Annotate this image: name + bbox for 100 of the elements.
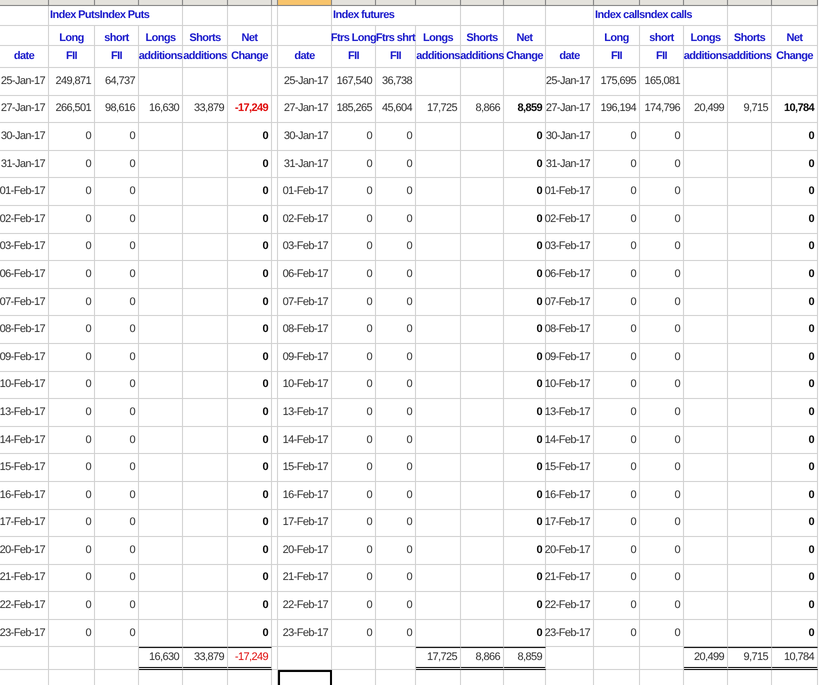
table-cell: 0 [640,510,684,538]
empty-cell [183,178,228,206]
column-header[interactable] [139,0,183,6]
column-header[interactable] [332,0,376,6]
column-header[interactable] [504,0,546,6]
empty-cell [728,288,772,316]
date-cell: 16-Feb-17 [278,482,332,510]
column-heading: short [640,26,684,46]
table-cell: 0 [640,344,684,372]
table-cell: 0 [772,123,818,151]
table-cell: 0 [95,510,139,538]
empty-cell [416,482,461,510]
column-header[interactable] [546,0,594,6]
table-cell: 0 [504,316,546,344]
column-header[interactable] [49,0,95,6]
table-cell: 0 [228,150,272,178]
column-heading: additions [139,46,183,68]
column-header[interactable] [728,0,772,6]
column-header[interactable] [640,0,684,6]
empty-cell [728,454,772,482]
empty-cell [278,26,332,46]
table-cell: 175,695 [594,68,640,96]
column-heading: additions [684,46,728,68]
table-cell: 0 [504,178,546,206]
table-cell: 0 [332,288,376,316]
date-cell: 17-Feb-17 [0,510,49,538]
column-header[interactable] [772,0,818,6]
active-cell[interactable] [278,670,332,685]
empty-cell [728,123,772,151]
column-header[interactable] [228,0,272,6]
table-cell: 0 [504,482,546,510]
date-cell: 23-Feb-17 [546,620,594,648]
column-header[interactable] [183,0,228,6]
empty-cell [183,261,228,289]
table-cell: 0 [49,399,95,427]
table-cell: 0 [228,399,272,427]
empty-cell [139,206,183,234]
empty-cell [278,647,332,670]
table-cell: 0 [332,537,376,565]
empty-cell [139,510,183,538]
empty-cell [728,150,772,178]
empty-cell [183,454,228,482]
date-cell: 03-Feb-17 [0,234,49,262]
table-cell: 0 [376,261,416,289]
column-header[interactable] [278,0,332,6]
table-cell: 0 [376,537,416,565]
date-cell: 22-Feb-17 [546,592,594,620]
empty-cell [546,26,594,46]
column-header[interactable] [376,0,416,6]
table-cell: 0 [594,399,640,427]
table-cell: 0 [332,206,376,234]
table-cell: 0 [332,482,376,510]
empty-cell [504,68,546,96]
table-cell: 0 [376,206,416,234]
table-cell: 0 [332,261,376,289]
empty-cell [461,399,504,427]
empty-cell [416,234,461,262]
table-cell: 165,081 [640,68,684,96]
empty-cell [49,647,95,670]
empty-cell [183,206,228,234]
table-cell: 0 [376,482,416,510]
table-cell: 0 [228,510,272,538]
column-heading: FII [640,46,684,68]
empty-cell [684,399,728,427]
empty-cell [139,316,183,344]
column-heading: additions [183,46,228,68]
table-cell: 0 [49,454,95,482]
table-cell: 0 [95,399,139,427]
empty-cell [416,372,461,400]
table-cell: 0 [772,564,818,592]
date-cell: 13-Feb-17 [278,399,332,427]
date-cell: 09-Feb-17 [0,344,49,372]
date-cell: 23-Feb-17 [0,620,49,648]
column-header[interactable] [594,0,640,6]
column-header[interactable] [95,0,139,6]
table-cell: 8,866 [461,96,504,124]
column-header[interactable] [461,0,504,6]
column-header[interactable] [272,0,278,6]
table-cell: 0 [594,592,640,620]
empty-cell [461,68,504,96]
table-cell: 0 [49,150,95,178]
empty-cell [461,123,504,151]
empty-cell [684,372,728,400]
table-cell: 8,866 [461,647,504,670]
empty-cell [684,564,728,592]
date-cell: 25-Jan-17 [546,68,594,96]
empty-cell [461,454,504,482]
empty-cell [772,6,818,26]
empty-cell [728,261,772,289]
table-cell: 33,879 [183,96,228,124]
table-cell: 0 [332,316,376,344]
column-header[interactable] [684,0,728,6]
date-cell: 10-Feb-17 [278,372,332,400]
column-header[interactable] [416,0,461,6]
table-cell: 0 [228,206,272,234]
empty-cell [139,344,183,372]
table-cell: 0 [95,150,139,178]
table-cell: 0 [376,399,416,427]
column-heading: Longs [416,26,461,46]
column-header[interactable] [0,0,49,6]
